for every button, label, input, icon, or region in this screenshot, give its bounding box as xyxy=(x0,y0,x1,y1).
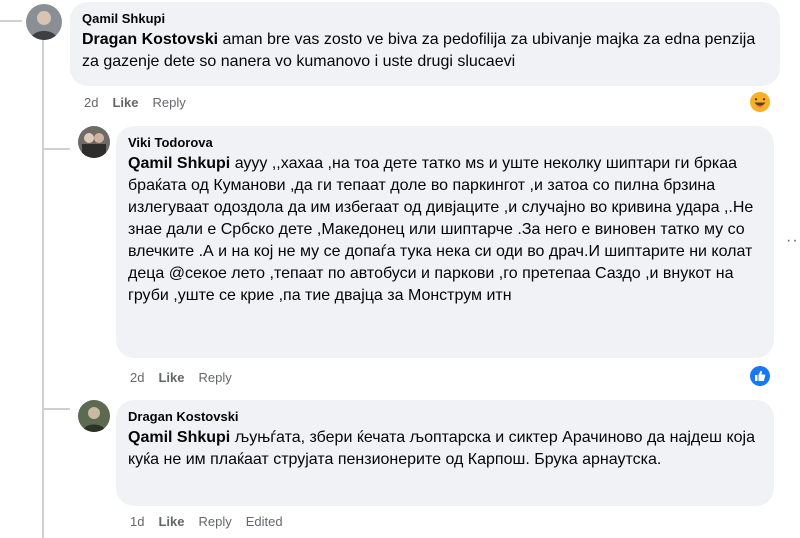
comment-author[interactable]: Qamil Shkupi xyxy=(82,10,768,27)
timestamp[interactable]: 2d xyxy=(84,95,98,110)
thread-line-top xyxy=(0,20,22,22)
timestamp[interactable]: 1d xyxy=(130,514,144,529)
like-icon[interactable] xyxy=(750,366,770,386)
like-button[interactable]: Like xyxy=(158,370,184,385)
comment-text: Dragan Kostovski aman bre vas zosto ve b… xyxy=(82,29,768,73)
mention-link[interactable]: Qamil Shkupi xyxy=(128,429,230,446)
reply-button[interactable]: Reply xyxy=(152,95,185,110)
avatar[interactable] xyxy=(78,126,110,158)
comment-text: Qamil Shkupi љуњѓата, збери ќечата љопта… xyxy=(128,427,762,471)
avatar-photo-icon xyxy=(78,126,110,158)
comment-body: аууу ,,хахаа ,на тоа дете татко мѕ и ушт… xyxy=(128,155,754,304)
comment-actions: 1d Like Reply Edited xyxy=(130,514,297,530)
comment-bubble: Dragan Kostovski Qamil Shkupi љуњѓата, з… xyxy=(116,400,774,506)
comment-actions: 2d Like Reply xyxy=(84,95,200,111)
timestamp[interactable]: 2d xyxy=(130,370,144,385)
mention-link[interactable]: Dragan Kostovski xyxy=(82,31,218,48)
comment-actions: 2d Like Reply xyxy=(130,370,246,386)
comment-text: Qamil Shkupi аууу ,,хахаа ,на тоа дете т… xyxy=(128,153,762,307)
comment-bubble: Viki Todorova Qamil Shkupi аууу ,,хахаа … xyxy=(116,126,774,358)
like-button[interactable]: Like xyxy=(112,95,138,110)
thread-line-vertical xyxy=(42,40,44,538)
avatar[interactable] xyxy=(78,400,110,432)
more-options-button[interactable]: ·· xyxy=(786,232,799,250)
avatar-photo-icon xyxy=(26,4,62,40)
comment-author[interactable]: Dragan Kostovski xyxy=(128,408,762,425)
thread-line-branch-1 xyxy=(42,148,70,150)
avatar-photo-icon xyxy=(78,400,110,432)
avatar[interactable] xyxy=(26,4,62,40)
mention-link[interactable]: Qamil Shkupi xyxy=(128,155,230,172)
haha-icon[interactable] xyxy=(750,92,770,112)
reply-button[interactable]: Reply xyxy=(198,514,231,529)
like-button[interactable]: Like xyxy=(158,514,184,529)
edited-label: Edited xyxy=(245,514,283,529)
thread-line-branch-2 xyxy=(42,408,70,410)
reply-button[interactable]: Reply xyxy=(198,370,231,385)
comment-author[interactable]: Viki Todorova xyxy=(128,134,762,151)
comment-bubble: Qamil Shkupi Dragan Kostovski aman bre v… xyxy=(70,2,780,86)
